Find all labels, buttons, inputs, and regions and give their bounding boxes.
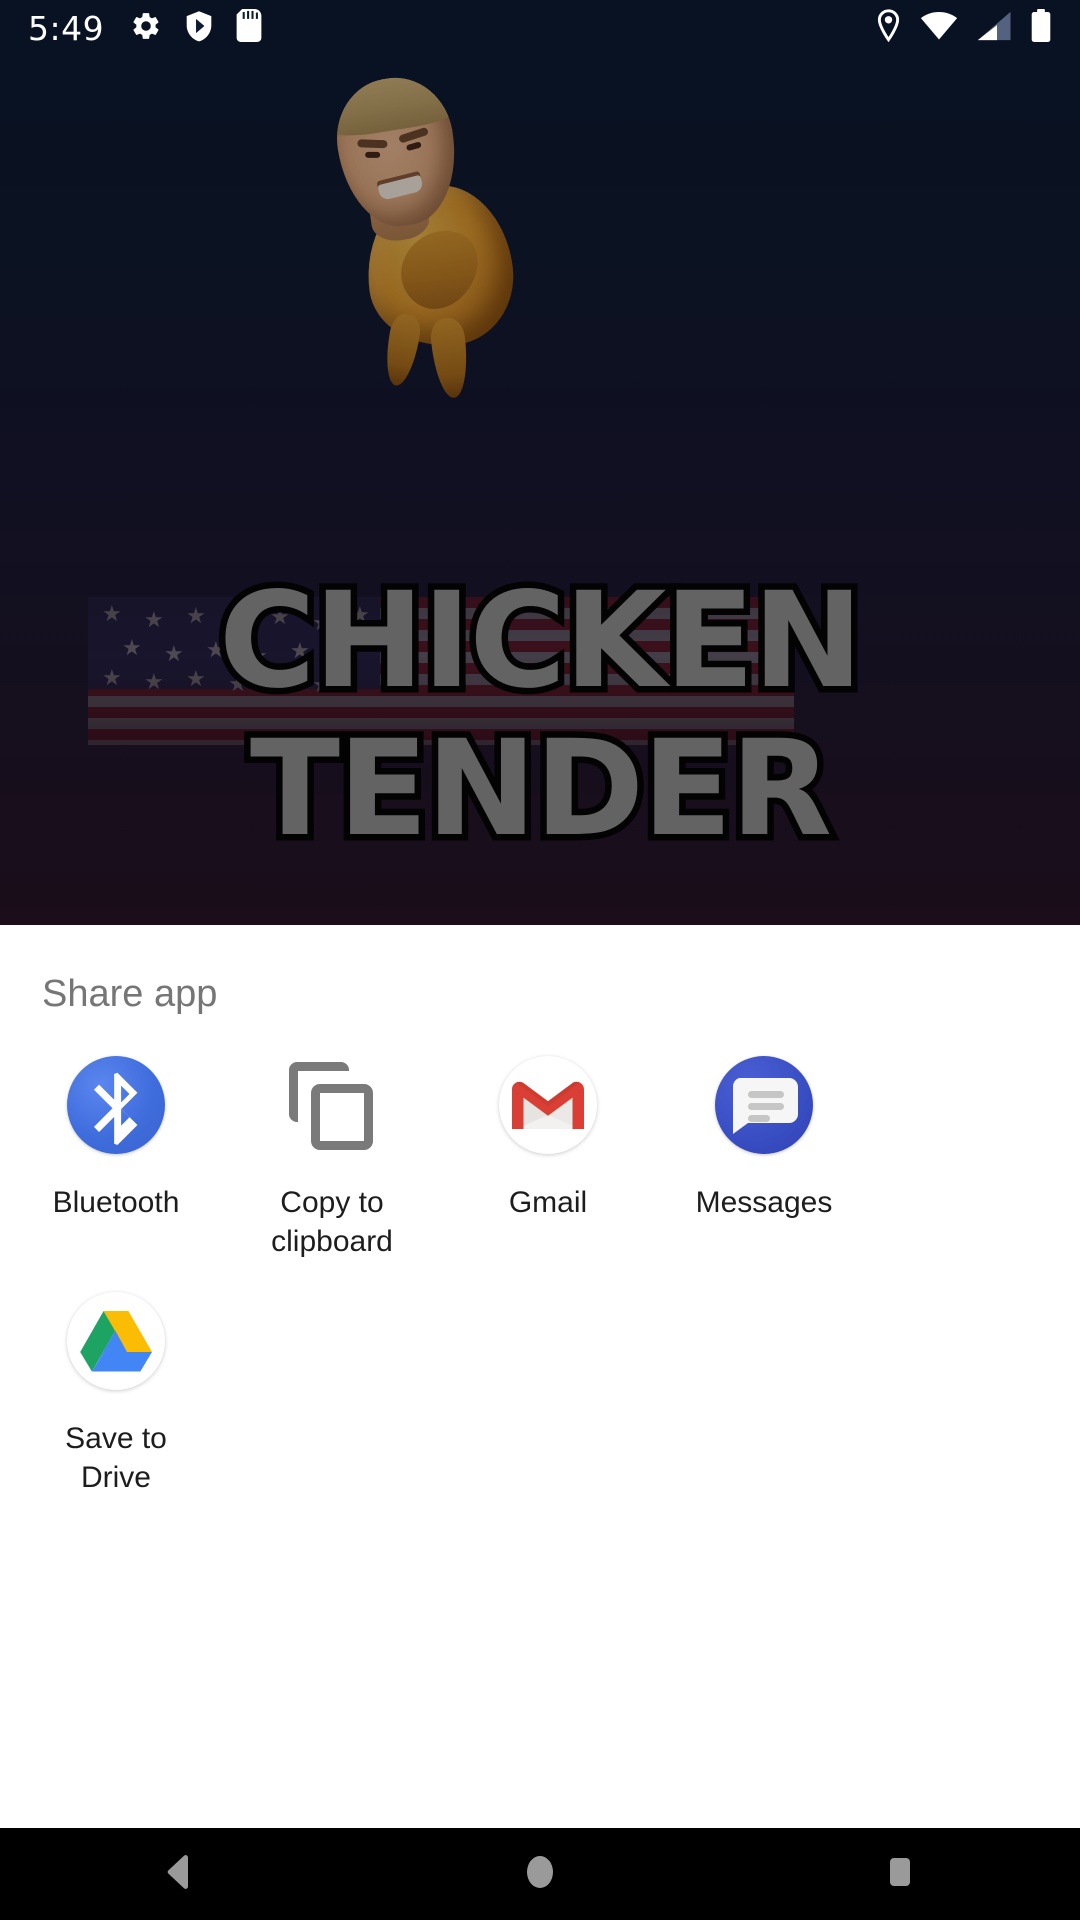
bluetooth-icon xyxy=(64,1053,168,1157)
back-triangle-icon xyxy=(158,1850,202,1899)
share-target-label: Save to Drive xyxy=(65,1422,167,1494)
share-target-copy-to-clipboard[interactable]: Copy to clipboard xyxy=(224,1043,440,1261)
recents-button[interactable] xyxy=(810,1828,990,1920)
battery-icon xyxy=(1030,9,1052,47)
back-button[interactable] xyxy=(90,1828,270,1920)
status-clock: 5:49 xyxy=(28,8,105,48)
sd-card-icon xyxy=(236,9,262,47)
recents-square-icon xyxy=(878,1850,922,1899)
share-target-messages[interactable]: Messages xyxy=(656,1043,872,1261)
share-target-label: Copy to clipboard xyxy=(271,1186,393,1258)
navigation-bar xyxy=(0,1828,1080,1920)
share-target-label: Messages xyxy=(695,1186,833,1219)
share-target-label: Gmail xyxy=(508,1186,588,1219)
messages-icon xyxy=(712,1053,816,1157)
status-bar[interactable]: 5:49 xyxy=(0,0,1080,56)
share-target-gmail[interactable]: Gmail xyxy=(440,1043,656,1261)
wifi-icon xyxy=(920,11,958,46)
share-sheet: Share app Bluetooth Copy to clipboard Gm… xyxy=(0,925,1080,1828)
dim-scrim[interactable] xyxy=(0,0,1080,925)
share-target-bluetooth[interactable]: Bluetooth xyxy=(8,1043,224,1261)
share-sheet-title: Share app xyxy=(42,973,218,1015)
location-pin-icon xyxy=(875,9,902,47)
home-button[interactable] xyxy=(450,1828,630,1920)
copy-clipboard-icon xyxy=(280,1053,384,1157)
google-drive-icon xyxy=(64,1289,168,1393)
play-protect-icon xyxy=(184,10,214,47)
share-target-label: Bluetooth xyxy=(52,1186,180,1219)
cellular-signal-icon xyxy=(976,11,1012,46)
home-circle-icon xyxy=(518,1850,562,1899)
phone-screen: ★ ★ ★ ★ ★ ★ ★ ★ ★ ★ ★ ★ ★ ★ ★ ★ ★ ★ ★ xyxy=(0,0,1080,1920)
share-target-save-to-drive[interactable]: Save to Drive xyxy=(8,1279,224,1497)
share-target-grid: Bluetooth Copy to clipboard Gmail Messag… xyxy=(0,1043,1080,1497)
settings-gear-icon xyxy=(130,10,162,47)
gmail-icon xyxy=(496,1053,600,1157)
